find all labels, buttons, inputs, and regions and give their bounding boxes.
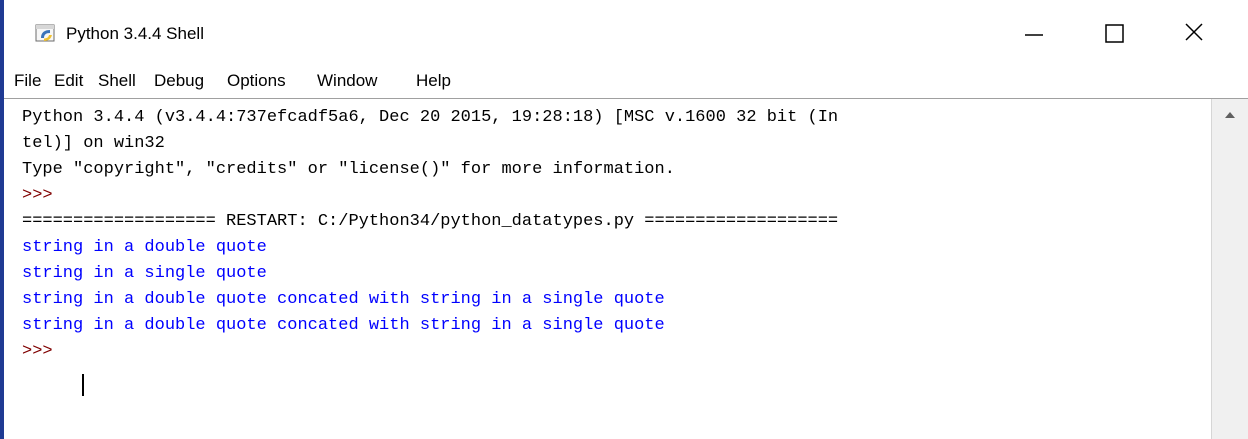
menu-bar: File Edit Shell Debug Options Window Hel…	[4, 64, 1248, 98]
shell-output-line: string in a double quote	[22, 238, 267, 257]
menu-debug[interactable]: Debug	[154, 64, 204, 98]
shell-output-line: string in a double quote concated with s…	[22, 290, 665, 309]
close-icon	[1185, 23, 1203, 41]
menu-shell[interactable]: Shell	[98, 64, 136, 98]
shell-banner-line-2: tel)] on win32	[22, 134, 165, 153]
shell-output-line: string in a single quote	[22, 264, 267, 283]
scroll-up-arrow-icon	[1225, 112, 1235, 118]
shell-output-line: string in a double quote concated with s…	[22, 316, 665, 335]
close-button[interactable]	[1164, 14, 1224, 54]
shell-prompt: >>>	[22, 186, 53, 205]
maximize-button[interactable]	[1084, 14, 1144, 54]
menu-options[interactable]: Options	[227, 64, 286, 98]
window-title: Python 3.4.4 Shell	[66, 24, 204, 43]
scroll-up-button[interactable]	[1212, 99, 1248, 131]
shell-input-prompt: >>>	[22, 342, 63, 361]
shell-help-line: Type "copyright", "credits" or "license(…	[22, 160, 675, 179]
minimize-icon	[1025, 34, 1043, 36]
menu-window[interactable]: Window	[317, 64, 377, 98]
idle-python-icon	[35, 24, 55, 42]
title-bar[interactable]: Python 3.4.4 Shell	[4, 0, 1248, 64]
menu-help[interactable]: Help	[416, 64, 451, 98]
shell-text-area[interactable]: Python 3.4.4 (v3.4.4:737efcadf5a6, Dec 2…	[4, 98, 1248, 439]
idle-shell-window: Python 3.4.4 Shell File Edit Shell Debug…	[0, 0, 1248, 439]
shell-banner-line-1: Python 3.4.4 (v3.4.4:737efcadf5a6, Dec 2…	[22, 108, 839, 127]
minimize-button[interactable]	[1004, 14, 1064, 54]
maximize-icon	[1105, 24, 1124, 43]
shell-restart-line: =================== RESTART: C:/Python34…	[22, 212, 839, 231]
menu-file[interactable]: File	[14, 64, 41, 98]
text-cursor	[82, 374, 84, 396]
menu-edit[interactable]: Edit	[54, 64, 83, 98]
vertical-scrollbar[interactable]	[1211, 99, 1248, 439]
